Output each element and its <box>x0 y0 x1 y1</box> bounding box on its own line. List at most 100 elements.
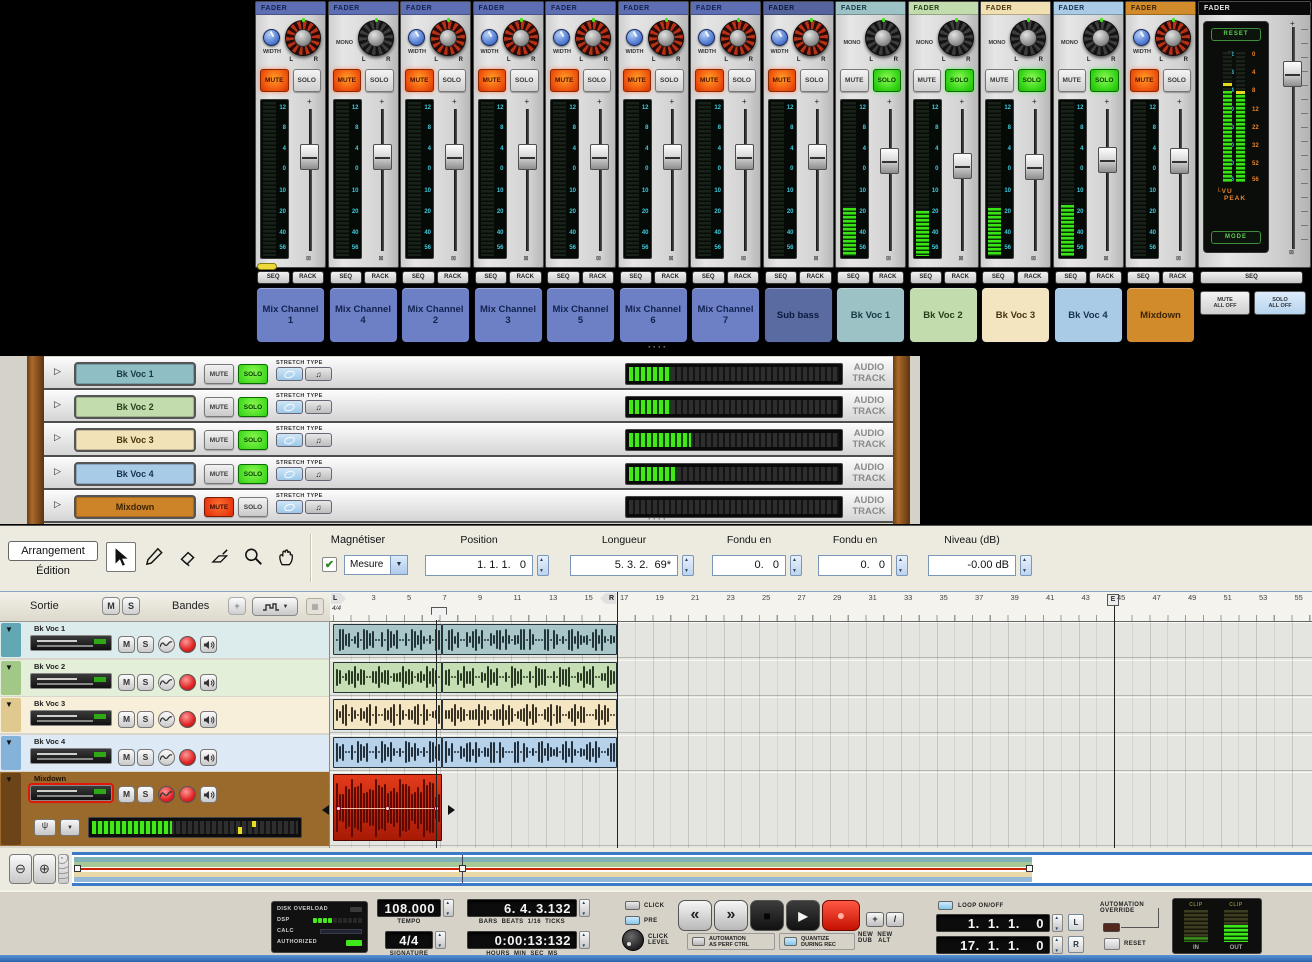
solo-button[interactable]: SOLO <box>873 69 902 92</box>
volume-fader[interactable]: +⊠ <box>1168 101 1192 259</box>
width-knob[interactable] <box>698 29 715 46</box>
fader-knob[interactable] <box>735 144 754 170</box>
signature-display[interactable]: 4/4 <box>385 931 433 949</box>
pan-knob[interactable] <box>648 20 684 56</box>
track-device-widget[interactable] <box>30 635 112 651</box>
chevron-down-icon[interactable]: ▼ <box>390 556 407 574</box>
track-color-tab[interactable] <box>1 623 21 657</box>
track-device-widget[interactable] <box>30 785 112 801</box>
navigator-handle-right[interactable] <box>1026 865 1033 872</box>
reset-button[interactable]: RESET <box>1211 28 1261 41</box>
new-alt-button[interactable]: / <box>886 912 904 927</box>
rack-button[interactable]: RACK <box>1162 271 1195 284</box>
audio-clip[interactable] <box>442 662 617 693</box>
solo-button[interactable]: SOLO <box>1163 69 1192 92</box>
master-volume-fader[interactable]: + ⊠ <box>1280 23 1306 253</box>
volume-fader[interactable]: +⊠ <box>1023 101 1047 259</box>
mute-button[interactable]: MUTE <box>1130 69 1159 92</box>
volume-fader[interactable]: +⊠ <box>588 101 612 259</box>
stretch-audio-button[interactable] <box>276 467 303 481</box>
seq-button[interactable]: SEQ <box>402 271 435 284</box>
audio-clip[interactable] <box>442 737 617 768</box>
stretch-audio-button[interactable] <box>276 400 303 414</box>
pencil-tool[interactable] <box>139 542 169 572</box>
click-level-knob[interactable] <box>622 929 644 951</box>
signature-stepper[interactable] <box>435 931 446 949</box>
timeline-ruler[interactable]: L 4/4 R E 357911131517192123252729313335… <box>330 592 1312 622</box>
channel-name-tag[interactable]: Mix Channel6 <box>619 287 688 343</box>
pan-knob[interactable] <box>1155 20 1191 56</box>
arrangement-mode-button[interactable]: Arrangement <box>8 541 98 561</box>
pan-knob[interactable] <box>720 20 756 56</box>
width-knob[interactable] <box>553 29 570 46</box>
level-stepper[interactable] <box>1020 555 1032 576</box>
quantize-during-rec-toggle[interactable]: QUANTIZE DURING REC <box>779 933 855 950</box>
tempo-stepper[interactable] <box>443 899 454 917</box>
rack-button[interactable]: RACK <box>727 271 760 284</box>
track-solo-button[interactable]: S <box>137 786 154 803</box>
play-button[interactable]: ▶ <box>786 900 820 931</box>
hand-tool[interactable] <box>271 542 301 572</box>
left-locator-marker[interactable]: L <box>331 593 346 604</box>
master-seq-button[interactable]: SEQ <box>1200 271 1303 284</box>
disclosure-triangle[interactable]: ▷ <box>54 399 61 410</box>
pan-knob[interactable] <box>1010 20 1046 56</box>
monitor-button[interactable] <box>200 674 217 691</box>
channel-name-tag[interactable]: Mix Channel5 <box>546 287 615 343</box>
width-knob[interactable] <box>263 29 280 46</box>
record-button[interactable]: ● <box>822 900 860 931</box>
track-name-tag[interactable]: Bk Voc 2 <box>74 395 196 419</box>
pan-knob[interactable] <box>503 20 539 56</box>
loop-right-display[interactable]: 17. 1. 1. 0 <box>936 936 1050 954</box>
zoom-in-button[interactable]: ⊕ <box>33 854 56 884</box>
position-field[interactable]: 1. 1. 1. 0 <box>425 555 533 576</box>
mute-button[interactable]: MUTE <box>1058 69 1087 92</box>
rack-button[interactable]: RACK <box>364 271 397 284</box>
monitor-button[interactable] <box>200 786 217 803</box>
right-locator-marker[interactable]: R <box>600 593 616 604</box>
track-automation-button[interactable] <box>158 786 175 803</box>
track-name-tag[interactable]: Bk Voc 1 <box>74 362 196 386</box>
mute-button[interactable]: MUTE <box>260 69 289 92</box>
magnify-tool[interactable] <box>238 542 268 572</box>
record-arm-button[interactable] <box>179 674 196 691</box>
solo-button[interactable]: SOLO <box>238 397 268 417</box>
fader-knob[interactable] <box>1098 147 1117 173</box>
solo-button[interactable]: SOLO <box>238 497 268 517</box>
stretch-beats-button[interactable]: ♫ <box>305 500 332 514</box>
time-position-display[interactable]: 0:00:13:132 <box>467 931 577 949</box>
song-position-display[interactable]: 6. 4. 3.132 <box>467 899 577 917</box>
navigator-handle-left[interactable] <box>74 865 81 872</box>
pan-knob[interactable] <box>575 20 611 56</box>
playhead-handle[interactable] <box>431 607 447 621</box>
pan-knob[interactable] <box>430 20 466 56</box>
fade-out-stepper[interactable] <box>896 555 908 576</box>
pan-knob[interactable] <box>1083 20 1119 56</box>
mute-button[interactable]: MUTE <box>204 430 234 450</box>
record-arm-button[interactable] <box>179 711 196 728</box>
sequencer-track-header[interactable]: Bk Voc 3 M S <box>0 697 329 733</box>
rack-button[interactable]: RACK <box>654 271 687 284</box>
pan-knob[interactable] <box>938 20 974 56</box>
track-automation-button[interactable] <box>158 711 175 728</box>
audio-clip[interactable] <box>442 624 617 655</box>
level-field[interactable]: -0.00 dB <box>928 555 1016 576</box>
clip-resize-handle-right[interactable] <box>448 805 455 815</box>
audio-clip[interactable] <box>333 624 442 655</box>
mute-all-button[interactable]: M <box>102 597 120 615</box>
track-name-tag[interactable]: Bk Voc 4 <box>74 462 196 486</box>
track-color-tab[interactable] <box>1 661 21 695</box>
track-device-widget[interactable] <box>30 673 112 689</box>
select-tool[interactable] <box>106 542 136 572</box>
track-solo-button[interactable]: S <box>137 674 154 691</box>
solo-button[interactable]: SOLO <box>510 69 539 92</box>
loop-on-off-button[interactable] <box>938 901 953 910</box>
navigator-handle-mid[interactable] <box>459 865 466 872</box>
loop-right-stepper[interactable] <box>1052 936 1063 954</box>
track-name-tag[interactable]: Mixdown <box>74 495 196 519</box>
solo-button[interactable]: SOLO <box>1018 69 1047 92</box>
track-color-tab[interactable] <box>1 698 21 732</box>
channel-name-tag[interactable]: Sub bass <box>764 287 833 343</box>
length-stepper[interactable] <box>682 555 694 576</box>
rack-button[interactable]: RACK <box>582 271 615 284</box>
